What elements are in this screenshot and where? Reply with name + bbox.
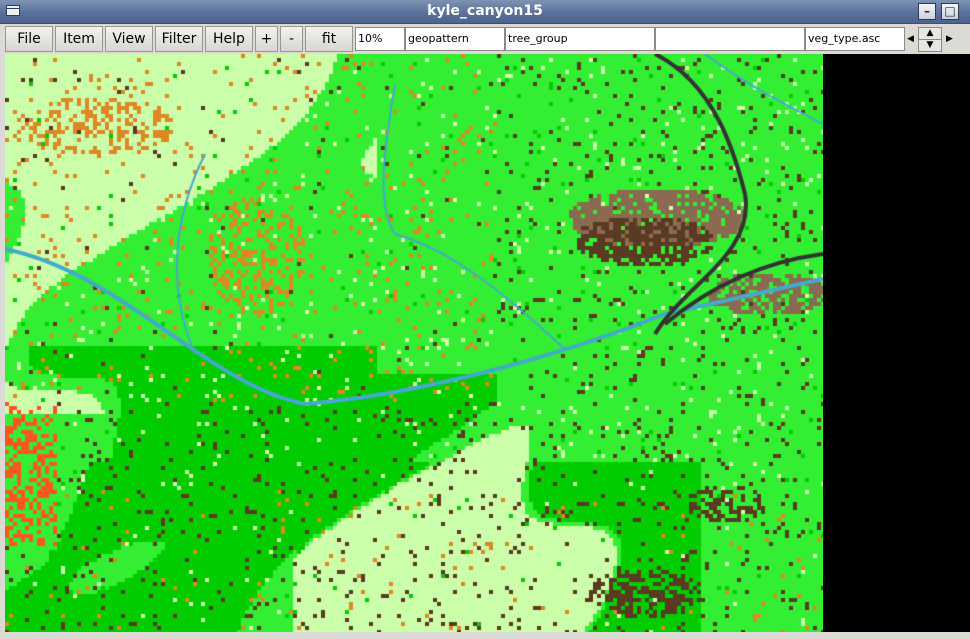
zoom-out-button[interactable]: - xyxy=(280,26,303,52)
vegetation-map-canvas[interactable] xyxy=(5,54,823,632)
layer-field-tree-group[interactable]: tree_group xyxy=(505,27,655,51)
zoom-level-field[interactable]: 10% xyxy=(355,27,405,51)
menu-file[interactable]: File xyxy=(5,26,53,52)
scroll-right-icon[interactable]: ▶ xyxy=(946,34,953,44)
scroll-left-icon[interactable]: ◀ xyxy=(907,34,914,44)
spin-up-icon[interactable]: ▲ xyxy=(919,28,941,40)
title-bar: kyle_canyon15 – □ xyxy=(0,0,970,24)
maximize-button[interactable]: □ xyxy=(941,3,959,20)
map-frame xyxy=(0,54,970,639)
fit-button[interactable]: fit xyxy=(305,26,353,52)
menu-help[interactable]: Help xyxy=(205,26,253,52)
empty-canvas-area xyxy=(823,54,970,632)
menu-view[interactable]: View xyxy=(105,26,153,52)
minimize-button[interactable]: – xyxy=(918,3,936,20)
zoom-in-button[interactable]: + xyxy=(255,26,278,52)
spin-down-icon[interactable]: ▼ xyxy=(919,40,941,51)
file-name-field[interactable]: veg_type.asc xyxy=(805,27,905,51)
layer-field-geopattern[interactable]: geopattern xyxy=(405,27,505,51)
toolbar: File Item View Filter Help + - fit 10% g… xyxy=(0,24,970,54)
file-spinner[interactable]: ▲ ▼ xyxy=(918,27,942,52)
window-title: kyle_canyon15 xyxy=(427,3,543,19)
menu-filter[interactable]: Filter xyxy=(155,26,203,52)
layer-field-empty[interactable] xyxy=(655,27,805,51)
menu-item[interactable]: Item xyxy=(55,26,103,52)
